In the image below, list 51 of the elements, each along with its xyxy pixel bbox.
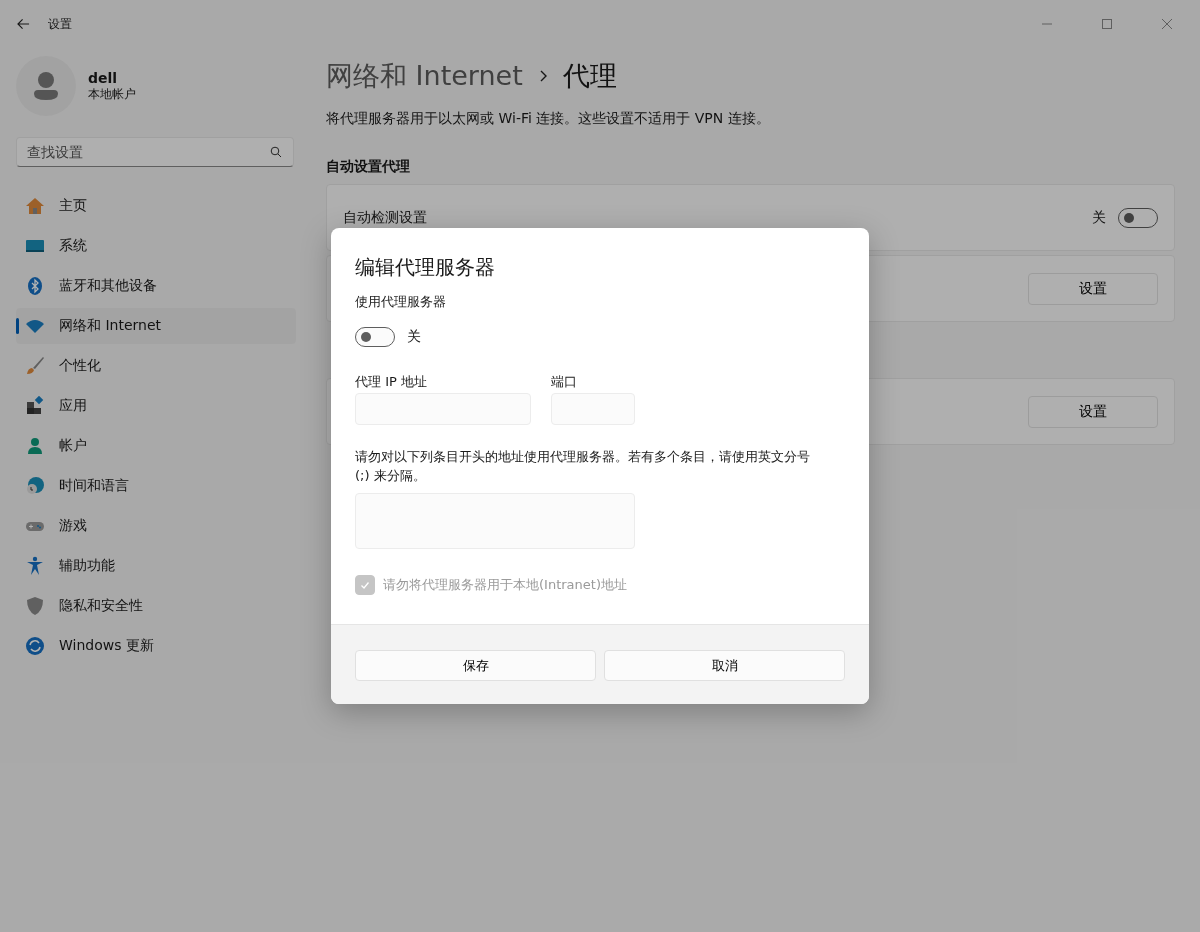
- field-label: 使用代理服务器: [355, 293, 446, 311]
- search-icon: [270, 146, 282, 158]
- nav-item[interactable]: 个性化: [16, 348, 296, 384]
- exceptions-description: 请勿对以下列条目开头的地址使用代理服务器。若有多个条目，请使用英文分号 (;) 来分隔。: [355, 448, 811, 485]
- home-icon: [25, 196, 45, 216]
- checkbox-label: 请勿将代理服务器用于本地(Intranet)地址: [383, 576, 627, 594]
- toggle-switch[interactable]: [355, 327, 395, 347]
- maximize-icon[interactable]: [1102, 19, 1112, 29]
- window-title: 设置: [48, 15, 72, 33]
- toggle-state: 关: [407, 328, 421, 346]
- settings-button[interactable]: 设置: [1028, 272, 1158, 305]
- shield-icon: [25, 596, 45, 616]
- breadcrumb-link[interactable]: 网络和 Internet: [326, 58, 523, 94]
- nav-item[interactable]: 隐私和安全性: [16, 588, 296, 624]
- bluetooth-icon: [25, 276, 45, 296]
- page-title: 代理: [562, 59, 617, 93]
- dialog-title: 编辑代理服务器: [355, 254, 495, 281]
- update-icon: [25, 636, 45, 656]
- field-label: 代理 IP 地址: [355, 373, 428, 391]
- nav-item[interactable]: 系统: [16, 228, 296, 264]
- page-description: 将代理服务器用于以太网或 Wi-Fi 连接。这些设置不适用于 VPN 连接。: [326, 110, 771, 128]
- nav-item[interactable]: Windows 更新: [16, 628, 296, 664]
- nav-item[interactable]: 蓝牙和其他设备: [16, 268, 296, 304]
- nav-item[interactable]: 帐户: [16, 428, 296, 464]
- person-icon: [25, 436, 45, 456]
- nav-item[interactable]: 辅助功能: [16, 548, 296, 584]
- brush-icon: [25, 356, 45, 376]
- checkmark-icon: [359, 579, 371, 591]
- back-arrow-icon[interactable]: [17, 18, 30, 30]
- dialog-button[interactable]: 取消: [604, 650, 845, 681]
- nav-item[interactable]: 网络和 Internet: [16, 308, 296, 344]
- toggle-switch[interactable]: [1118, 207, 1158, 228]
- clock-globe-icon: [25, 476, 45, 496]
- apps-icon: [25, 396, 45, 416]
- accessibility-icon: [25, 556, 45, 576]
- dialog-button[interactable]: 保存: [355, 650, 596, 681]
- chevron-icon: [538, 70, 547, 82]
- nav-item[interactable]: 主页: [16, 188, 296, 224]
- section-heading: 自动设置代理: [326, 158, 411, 176]
- close-icon[interactable]: [1162, 19, 1172, 29]
- account-name: dell: [88, 69, 119, 86]
- toggle-state: 关: [1092, 208, 1106, 227]
- settings-button[interactable]: 设置: [1028, 395, 1158, 428]
- avatar-icon: [16, 56, 76, 116]
- search-field[interactable]: 查找设置: [16, 137, 294, 167]
- setting-label: 自动检测设置: [343, 208, 427, 227]
- nav-item[interactable]: 游戏: [16, 508, 296, 544]
- nav-item[interactable]: 应用: [16, 388, 296, 424]
- field-label: 端口: [551, 373, 578, 391]
- account-type: 本地帐户: [88, 85, 136, 103]
- nav-item[interactable]: 时间和语言: [16, 468, 296, 504]
